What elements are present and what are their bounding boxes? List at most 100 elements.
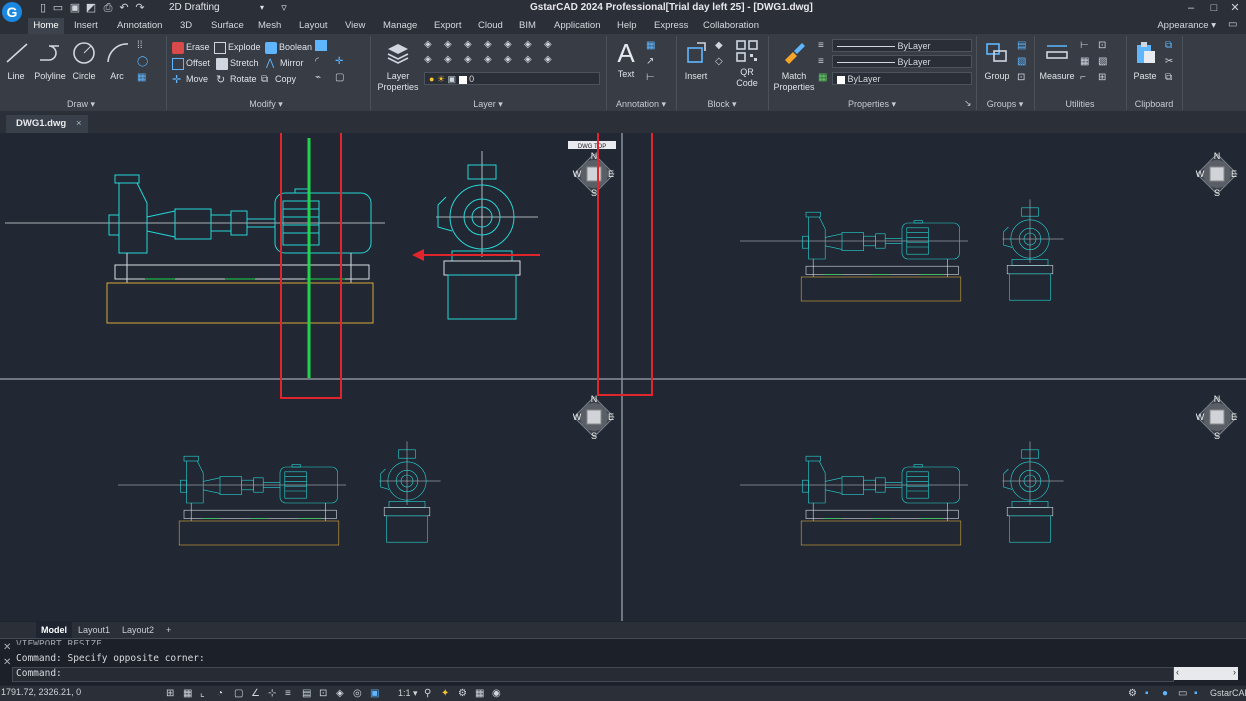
erase-button[interactable]: Erase bbox=[172, 40, 210, 55]
viewport-bottom-left[interactable] bbox=[117, 393, 615, 546]
point-style-icon[interactable]: ⊞ bbox=[1098, 72, 1110, 83]
layers-toggle-icon[interactable]: ◈ bbox=[336, 688, 347, 699]
document-tab[interactable]: DWG1.dwg × bbox=[6, 115, 88, 133]
group-edit-icon[interactable]: ▧ bbox=[1017, 56, 1029, 67]
command-input[interactable]: Command: bbox=[12, 667, 1174, 682]
scroll-right-icon[interactable]: › bbox=[1233, 667, 1236, 677]
tab-collaboration[interactable]: Collaboration bbox=[703, 18, 759, 34]
create-block-icon[interactable]: ◆ bbox=[715, 40, 727, 51]
text-button[interactable]: A Text bbox=[612, 40, 640, 79]
layer-tool-icon[interactable]: ◈ bbox=[504, 39, 516, 50]
dyn-input-icon[interactable]: ⊹ bbox=[268, 688, 279, 699]
tab-annotation[interactable]: Annotation bbox=[117, 18, 162, 34]
close-button[interactable]: ✕ bbox=[1224, 0, 1246, 16]
layer-tool-icon[interactable]: ◈ bbox=[444, 39, 456, 50]
settings-icon[interactable]: ⚙ bbox=[1128, 688, 1139, 699]
offset-button[interactable]: Offset bbox=[172, 56, 210, 71]
color-list-icon[interactable]: ≡ bbox=[818, 40, 830, 51]
lineweight-list-icon[interactable]: ▦ bbox=[818, 72, 830, 83]
match-properties-button[interactable]: Match Properties bbox=[772, 40, 816, 93]
layer-properties-button[interactable]: Layer Properties bbox=[374, 40, 422, 93]
id-point-icon[interactable]: ⊢ bbox=[1080, 40, 1092, 51]
layer-tool-icon[interactable]: ◈ bbox=[464, 39, 476, 50]
location-icon[interactable]: ● bbox=[1162, 688, 1173, 699]
lineweight-toggle-icon[interactable]: ≡ bbox=[285, 688, 296, 699]
color-dropdown[interactable]: ByLayer bbox=[832, 39, 972, 52]
array-icon[interactable] bbox=[315, 40, 327, 51]
tab-layout1[interactable]: Layout1 bbox=[78, 622, 110, 638]
tab-3d[interactable]: 3D bbox=[180, 18, 192, 34]
group-button[interactable]: Group bbox=[982, 40, 1012, 81]
rotate-button[interactable]: ↻ Rotate bbox=[216, 72, 257, 87]
maximize-button[interactable]: □ bbox=[1203, 0, 1225, 16]
table-icon[interactable]: ▦ bbox=[646, 40, 658, 51]
fillet-icon[interactable]: ◜ bbox=[315, 56, 327, 67]
lineweight-dropdown[interactable]: ByLayer bbox=[832, 72, 972, 85]
edit-block-icon[interactable]: ◇ bbox=[715, 56, 727, 67]
cloud-icon[interactable]: ▪ bbox=[1194, 688, 1205, 699]
explode-button[interactable]: Explode bbox=[214, 40, 261, 55]
scroll-left-icon[interactable]: ‹ bbox=[1176, 667, 1179, 677]
copy-base-icon[interactable]: ⧉ bbox=[1165, 72, 1177, 83]
command-settings-icon[interactable]: ✕ bbox=[3, 657, 11, 668]
copy-clip-icon[interactable]: ⧉ bbox=[1165, 40, 1177, 51]
tab-application[interactable]: Application bbox=[554, 18, 600, 34]
isolate-icon[interactable]: ◉ bbox=[492, 688, 503, 699]
workspace-switch-icon[interactable]: ⚙ bbox=[458, 688, 469, 699]
tab-layout2[interactable]: Layout2 bbox=[122, 622, 154, 638]
block-panel-label[interactable]: Block ▾ bbox=[676, 98, 768, 110]
view-cube-compass-icon[interactable] bbox=[1195, 393, 1238, 442]
calculator-icon[interactable]: ▦ bbox=[1080, 56, 1092, 67]
save-as-icon[interactable]: ◩ bbox=[85, 2, 97, 14]
groups-panel-label[interactable]: Groups ▾ bbox=[976, 98, 1034, 110]
selection-cycling-icon[interactable]: ⊡ bbox=[319, 688, 330, 699]
move-button[interactable]: ✛ Move bbox=[172, 72, 208, 87]
table-toggle-icon[interactable]: ▦ bbox=[475, 688, 486, 699]
draw-panel-label[interactable]: Draw ▾ bbox=[0, 98, 162, 110]
tab-export[interactable]: Export bbox=[434, 18, 461, 34]
layer-tool-icon[interactable]: ◈ bbox=[444, 54, 456, 65]
annotation-panel-label[interactable]: Annotation ▾ bbox=[606, 98, 676, 110]
trim-icon[interactable]: ⌁ bbox=[315, 72, 327, 83]
scale-icon[interactable]: ✛ bbox=[335, 56, 347, 67]
dimension-icon[interactable]: ⊢ bbox=[646, 72, 658, 83]
circle-button[interactable]: Circle bbox=[70, 40, 98, 81]
tab-manage[interactable]: Manage bbox=[383, 18, 417, 34]
utilities-panel-label[interactable]: Utilities bbox=[1034, 98, 1126, 110]
layer-tool-icon[interactable]: ◈ bbox=[544, 39, 556, 50]
hatch-icon[interactable]: ⁞⁞ bbox=[137, 40, 149, 51]
gstarcad-logo-icon[interactable]: G bbox=[2, 2, 22, 22]
tab-view[interactable]: View bbox=[345, 18, 365, 34]
clipboard-panel-label[interactable]: Clipboard bbox=[1126, 98, 1182, 110]
linetype-list-icon[interactable]: ≡ bbox=[818, 56, 830, 67]
tab-help[interactable]: Help bbox=[617, 18, 637, 34]
leader-icon[interactable]: ↗ bbox=[646, 56, 658, 67]
properties-panel-label[interactable]: Properties ▾ bbox=[768, 98, 976, 110]
view-cube-compass-icon[interactable] bbox=[572, 393, 615, 442]
print-icon[interactable]: ⎙ bbox=[102, 2, 114, 14]
save-icon[interactable]: ▣ bbox=[69, 2, 81, 14]
drawing-canvas[interactable]: N W E S DWG TOP bbox=[0, 133, 1246, 621]
linetype-dropdown[interactable]: ByLayer bbox=[832, 55, 972, 68]
layer-tool-icon[interactable]: ◈ bbox=[524, 54, 536, 65]
ungroup-icon[interactable]: ▤ bbox=[1017, 40, 1029, 51]
layer-tool-icon[interactable]: ◈ bbox=[484, 39, 496, 50]
rectangle-icon[interactable]: ▦ bbox=[137, 72, 149, 83]
polyline-button[interactable]: Polyline bbox=[34, 40, 66, 81]
cut-icon[interactable]: ✂ bbox=[1165, 56, 1177, 67]
view-cube-compass-icon[interactable] bbox=[1195, 150, 1238, 199]
layer-dropdown[interactable]: ● ☀ ▣ 0 bbox=[424, 72, 600, 85]
ortho-icon[interactable]: ⌞ bbox=[200, 688, 211, 699]
tab-mesh[interactable]: Mesh bbox=[258, 18, 281, 34]
layer-tool-icon[interactable]: ◈ bbox=[524, 39, 536, 50]
select-all-icon[interactable]: ▧ bbox=[1098, 56, 1110, 67]
grid-snap-icon[interactable]: ⊞ bbox=[166, 688, 177, 699]
group-select-icon[interactable]: ⊡ bbox=[1017, 72, 1029, 83]
view-cube-compass-icon[interactable] bbox=[572, 150, 615, 199]
new-file-icon[interactable]: ▯ bbox=[37, 2, 49, 14]
redo-icon[interactable]: ↷ bbox=[134, 2, 146, 14]
command-scrollbar[interactable]: ‹ › bbox=[1174, 667, 1238, 680]
tab-bim[interactable]: BIM bbox=[519, 18, 536, 34]
close-tab-icon[interactable]: × bbox=[76, 115, 82, 133]
open-file-icon[interactable]: ▭ bbox=[52, 2, 64, 14]
